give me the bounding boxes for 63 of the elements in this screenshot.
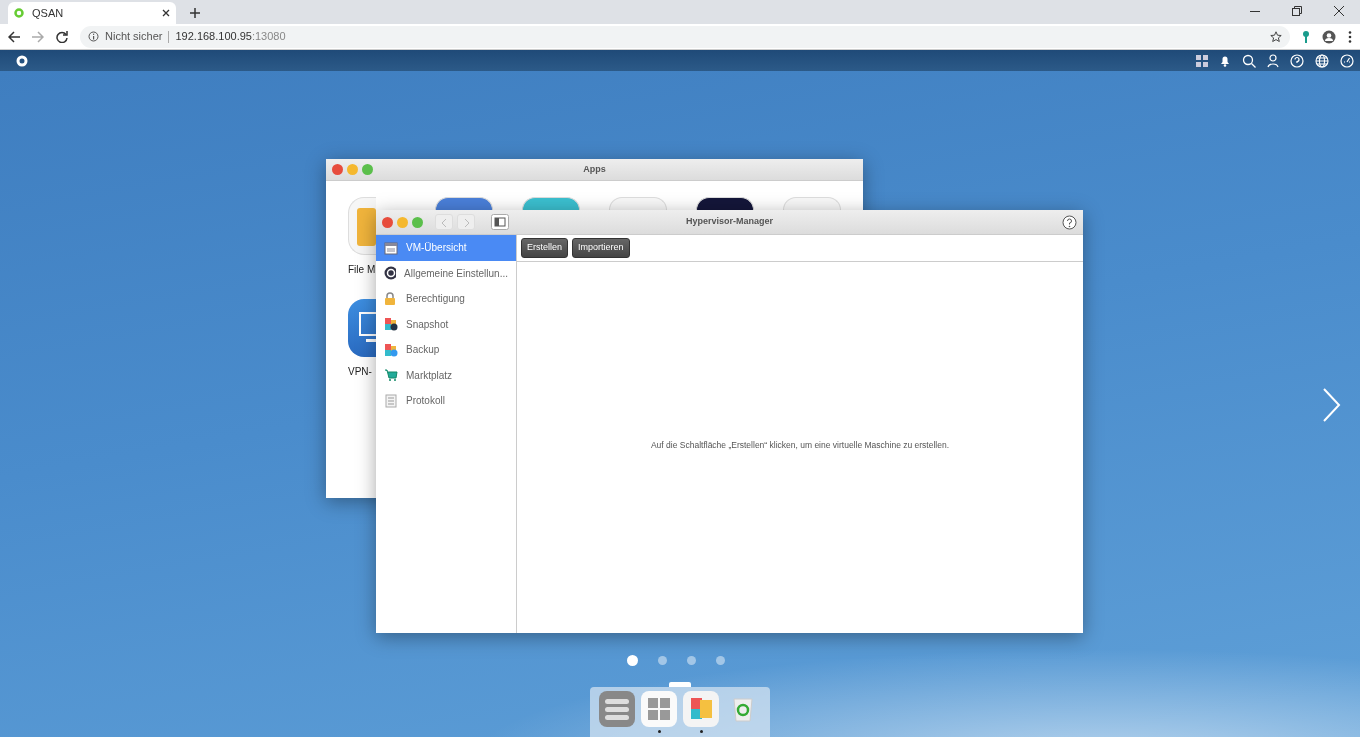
tab-title: QSAN [32,5,65,21]
url-port: :13080 [251,30,286,43]
toolbar-button[interactable]: Erstellen [521,238,568,258]
window-title: Apps [583,162,606,176]
app-label: File M [348,263,376,277]
page-dot[interactable] [627,655,638,666]
address-field[interactable]: Nicht sicher 192.168.100.95:13080 [80,25,1290,48]
help-icon[interactable] [1062,214,1077,230]
next-page-icon[interactable] [1321,387,1341,423]
gauge-icon[interactable] [1340,53,1354,68]
calendar-icon [384,240,398,255]
blocks-icon [384,317,398,332]
folder-app-icon[interactable] [348,197,376,255]
site-icon [14,8,24,18]
security-label: Nicht sicher [105,29,163,45]
grid-icon[interactable] [1196,54,1208,67]
page-dot[interactable] [658,656,667,665]
maximize-icon[interactable] [412,216,423,228]
sidebar-toggle-icon[interactable] [491,214,509,230]
sidebar-item[interactable]: VM-Übersicht [376,235,516,261]
user-icon[interactable] [1267,53,1279,68]
maximize-icon[interactable] [362,164,373,175]
sidebar-item[interactable]: Berechtigung [376,286,516,312]
sidebar-item[interactable]: Allgemeine Einstellun... [376,260,516,286]
close-icon[interactable] [1334,6,1344,16]
page-dot[interactable] [687,656,696,665]
search-icon[interactable] [1242,53,1256,68]
blocks-icon[interactable] [683,691,719,727]
account-icon[interactable] [1322,29,1336,44]
star-icon[interactable] [1270,30,1282,43]
browser-tab[interactable]: QSAN [8,2,176,24]
key-icon[interactable] [1302,29,1310,44]
sidebar-item[interactable]: Marktplatz [376,362,516,388]
menu-icon[interactable] [1348,29,1352,44]
window-title: Hypervisor-Manager [686,215,773,229]
blocks-icon [384,342,398,357]
gear-icon [384,266,397,281]
toggles-icon[interactable] [599,691,635,727]
logo-icon[interactable] [16,54,28,67]
new-tab-icon[interactable] [190,8,200,18]
sidebar-item[interactable]: Backup [376,337,516,363]
info-icon [88,31,99,42]
empty-message: Auf die Schaltfläche „Erstellen“ klicken, um eine virtuelle Maschine zu erstellen. [650,439,950,452]
monitor-app-icon[interactable] [348,299,376,357]
reload-icon[interactable] [56,30,68,43]
app-icon[interactable] [696,197,754,210]
back-icon[interactable] [8,30,20,43]
page-dot[interactable] [716,656,725,665]
restore-icon[interactable] [1292,6,1302,16]
toolbar-button[interactable]: Importieren [572,238,630,258]
close-icon[interactable] [162,9,170,17]
app-label: VPN- [348,365,372,379]
list-icon [384,393,398,408]
bell-icon[interactable] [1219,54,1231,67]
globe-icon[interactable] [1315,53,1329,68]
url-host: 192.168.100.95 [175,30,252,43]
sidebar-item[interactable]: Snapshot [376,311,516,337]
padlock-icon [384,291,398,306]
forward-icon[interactable] [32,30,44,43]
cart-icon [384,368,398,383]
app-grid-icon[interactable] [641,691,677,727]
sidebar-item[interactable]: Protokoll [376,388,516,414]
dock-handle[interactable] [669,682,691,687]
